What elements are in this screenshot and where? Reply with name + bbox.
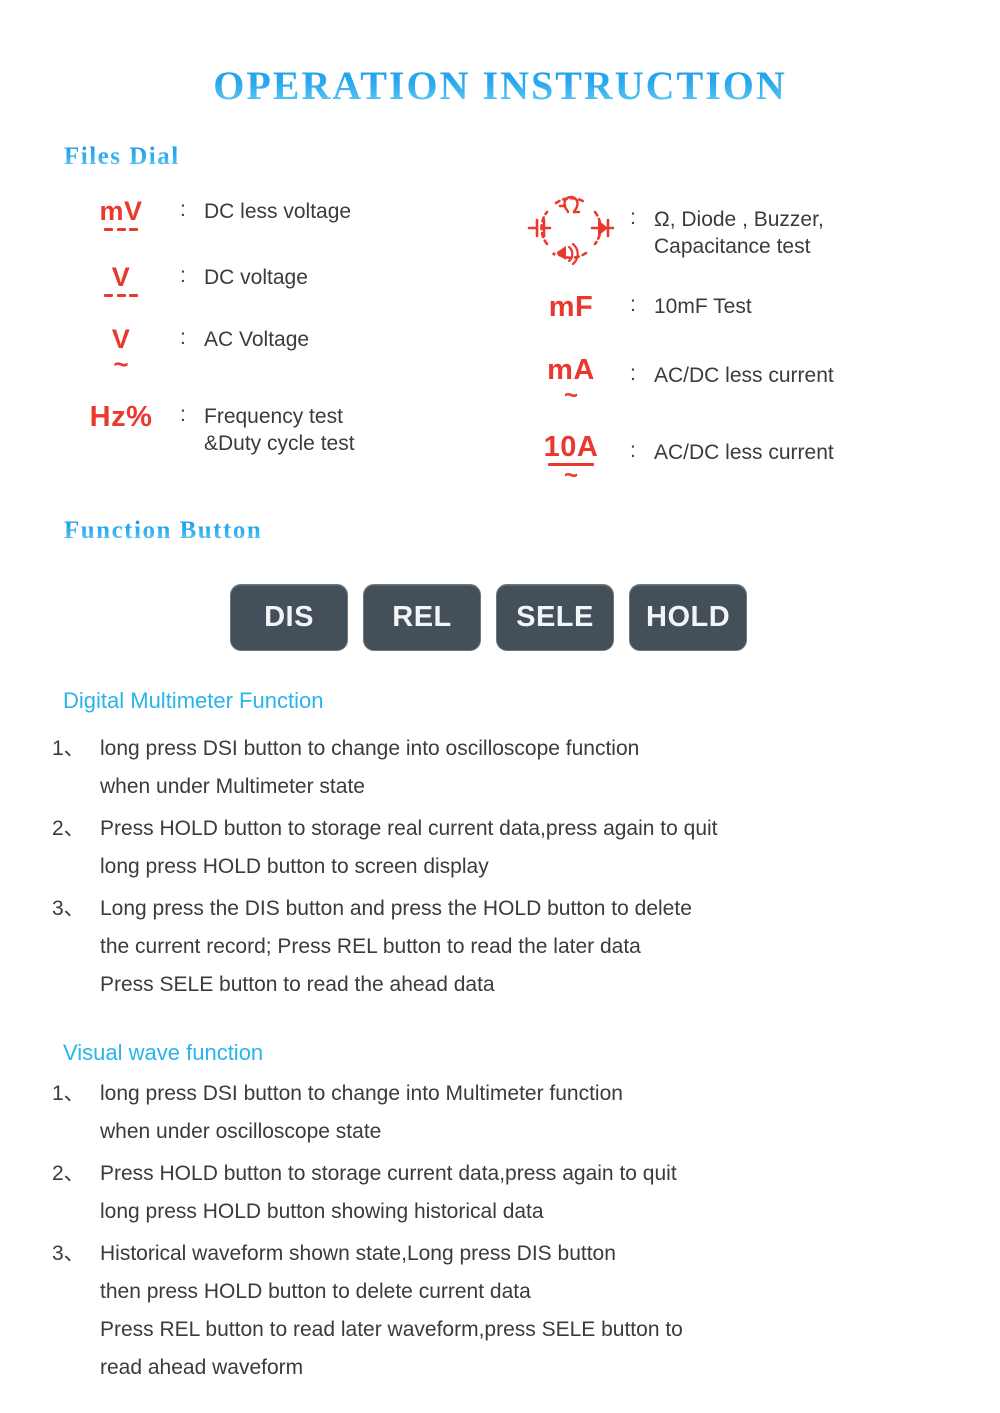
list-item-text: Press HOLD button to storage real curren… — [100, 817, 718, 878]
symbol-label: mV — [99, 196, 143, 226]
dial-description: Ω, Diode , Buzzer, Capacitance test — [654, 208, 824, 259]
instruction-list-visual-wave: 1、 long press DSI button to change into … — [52, 1075, 952, 1391]
dial-description: AC/DC less current — [654, 441, 834, 464]
dial-symbol-10a: 10A ~ — [512, 431, 630, 489]
dial-row: mF : 10mF Test — [512, 293, 942, 322]
dial-description: 10mF Test — [654, 295, 752, 318]
list-item-text: long press DSI button to change into Mul… — [100, 1082, 623, 1143]
list-item-number: 1、 — [52, 737, 85, 760]
list-item-text: Historical waveform shown state,Long pre… — [100, 1242, 683, 1379]
sub-heading-digital-multimeter-function: Digital Multimeter Function — [63, 688, 324, 713]
dial-symbol-mf: mF — [512, 293, 630, 322]
dial-row: Hz% : Frequency test &Duty cycle test — [62, 403, 492, 458]
hold-button[interactable]: HOLD — [629, 584, 748, 651]
list-item-number: 3、 — [52, 1242, 85, 1265]
sub-heading-visual-wave-function: Visual wave function — [63, 1040, 264, 1065]
list-item: 1、 long press DSI button to change into … — [52, 730, 952, 806]
dial-colon: : — [180, 403, 186, 427]
list-item-number: 2、 — [52, 1162, 85, 1185]
dial-description: DC less voltage — [204, 200, 352, 223]
ac-tilde-icon: ~ — [113, 349, 129, 379]
acdc-mark-icon: ~ — [563, 462, 578, 489]
dial-row: V : DC voltage — [62, 264, 492, 297]
section-heading-function-button: Function Button — [64, 517, 263, 544]
dial-description: Frequency test &Duty cycle test — [204, 405, 355, 456]
dis-button[interactable]: DIS — [230, 584, 348, 651]
dial-row: V ~ : AC Voltage — [62, 326, 492, 379]
list-item: 3、 Historical waveform shown state,Long … — [52, 1235, 952, 1387]
dial-row: 10A ~ : AC/DC less current — [512, 431, 942, 489]
list-item-number: 2、 — [52, 817, 85, 840]
dc-mark-icon — [104, 294, 138, 297]
list-item: 2、 Press HOLD button to storage current … — [52, 1155, 952, 1231]
ohm-diode-buzzer-capacitance-icon — [526, 190, 616, 271]
dial-row: : Ω, Diode , Buzzer, Capacitance test — [512, 190, 942, 271]
section-heading-files-dial: Files Dial — [64, 143, 180, 170]
dial-list-left: mV : DC less voltage V : DC voltage V ~ … — [62, 198, 492, 458]
dial-colon: : — [180, 264, 186, 287]
dial-description: AC/DC less current — [654, 364, 834, 387]
dial-colon: : — [630, 293, 636, 316]
dial-row: mV : DC less voltage — [62, 198, 492, 231]
dial-symbol-mv: mV — [62, 198, 180, 231]
rel-button[interactable]: REL — [363, 584, 481, 651]
acdc-mark-icon: ~ — [563, 382, 578, 409]
list-item-text: Long press the DIS button and press the … — [100, 897, 692, 996]
dial-colon: : — [630, 439, 636, 462]
dial-colon: : — [630, 362, 636, 385]
dial-symbol-v-ac: V ~ — [62, 326, 180, 379]
sele-button[interactable]: SELE — [496, 584, 614, 651]
dial-colon: : — [630, 206, 636, 229]
dial-description: DC voltage — [204, 266, 308, 289]
dial-colon: : — [180, 326, 186, 349]
list-item-text: long press DSI button to change into osc… — [100, 737, 640, 798]
symbol-label: mA — [547, 354, 595, 386]
list-item: 2、 Press HOLD button to storage real cur… — [52, 810, 952, 886]
dial-colon: : — [180, 198, 186, 221]
dial-symbol-hz: Hz% — [62, 403, 180, 432]
dial-symbol-v-dc: V — [62, 264, 180, 297]
list-item-number: 3、 — [52, 897, 85, 920]
list-item: 1、 long press DSI button to change into … — [52, 1075, 952, 1151]
dial-list-right: : Ω, Diode , Buzzer, Capacitance test mF… — [512, 190, 942, 489]
symbol-label: Hz% — [89, 401, 153, 434]
list-item-text: Press HOLD button to storage current dat… — [100, 1162, 677, 1223]
symbol-label: V — [111, 262, 131, 292]
function-button-row: DIS REL SELE HOLD — [230, 584, 748, 651]
dial-symbol-ma: mA ~ — [512, 354, 630, 409]
dial-row: mA ~ : AC/DC less current — [512, 354, 942, 409]
dial-description: AC Voltage — [204, 328, 310, 351]
symbol-label: mF — [548, 291, 594, 323]
dial-symbol-ohm-diode-buzzer-cap — [512, 190, 630, 271]
list-item-number: 1、 — [52, 1082, 85, 1105]
symbol-label: 10A — [543, 431, 599, 463]
instruction-list-multimeter: 1、 long press DSI button to change into … — [52, 730, 952, 1008]
page-title: OPERATION INSTRUCTION — [0, 62, 1000, 109]
list-item: 3、 Long press the DIS button and press t… — [52, 890, 952, 1004]
dc-mark-icon — [104, 228, 138, 231]
